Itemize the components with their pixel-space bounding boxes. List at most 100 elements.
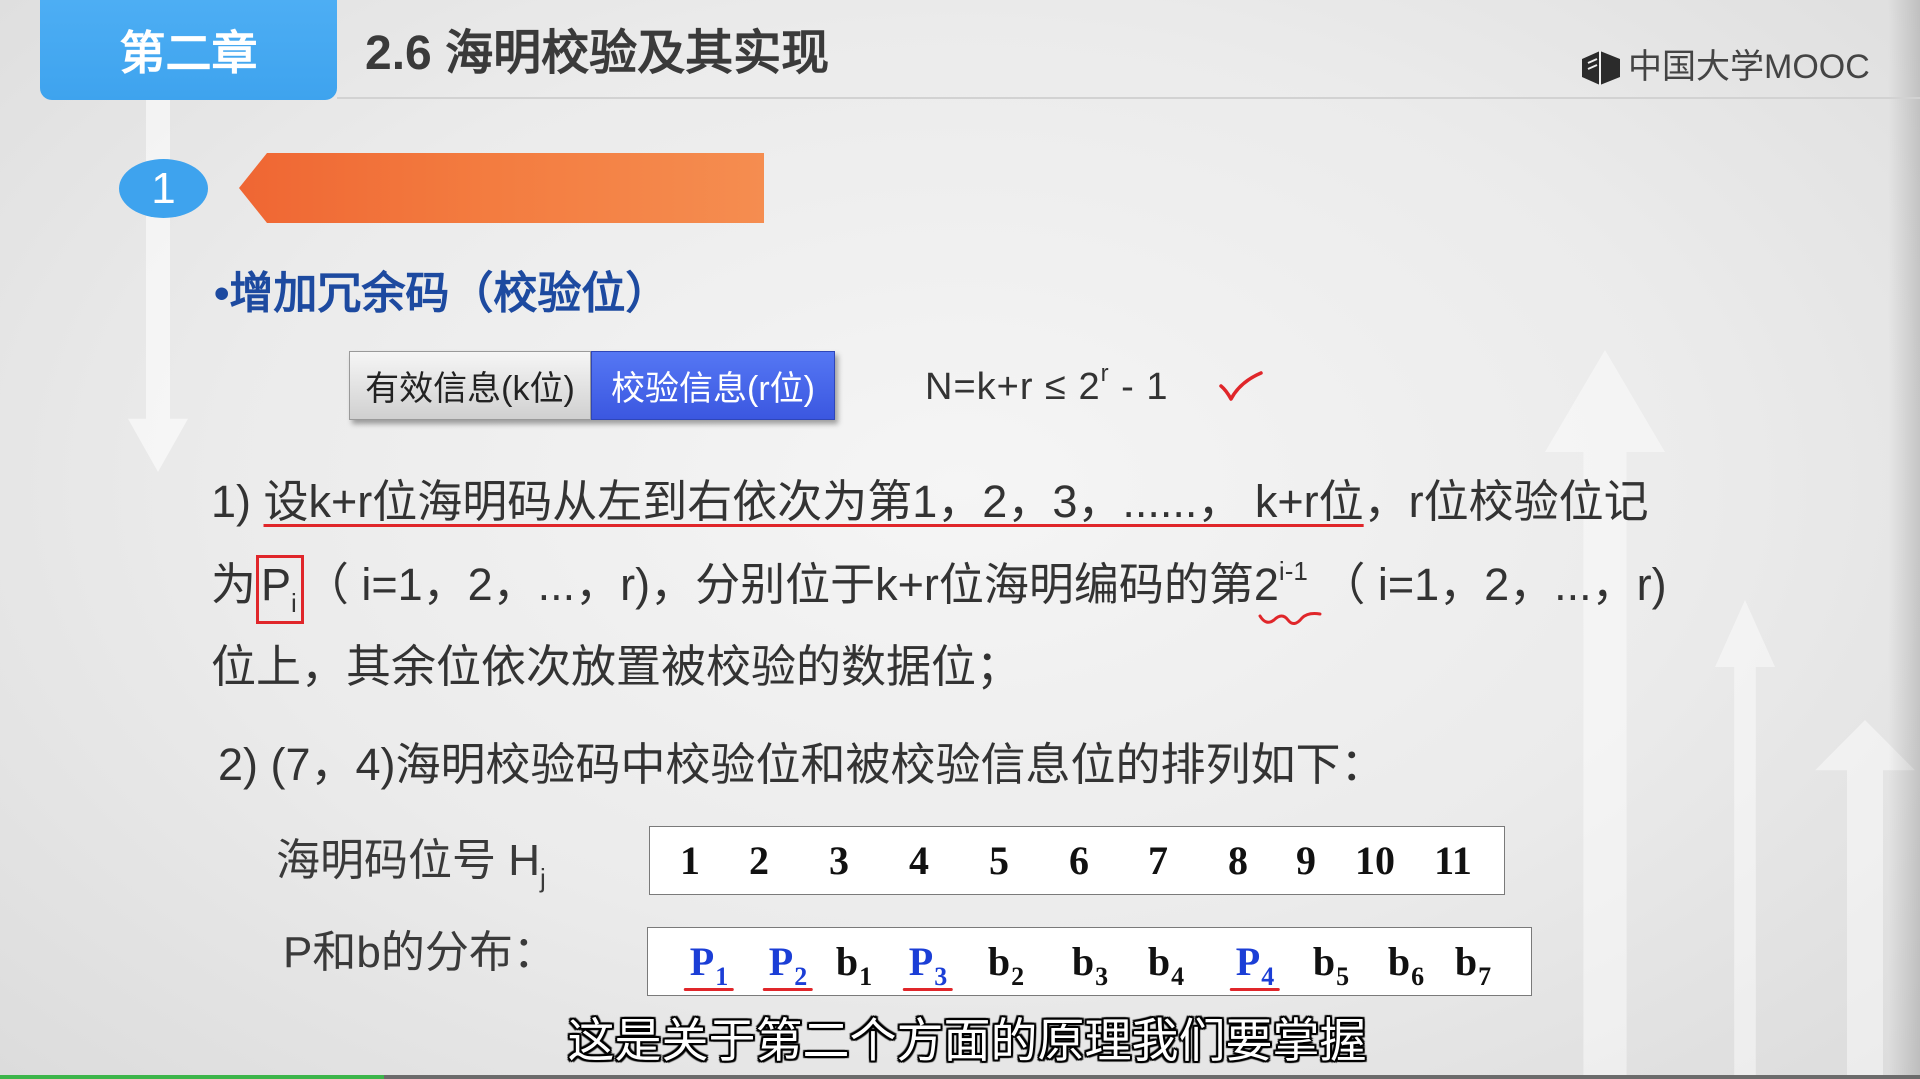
background-up-arrow-decoration xyxy=(1715,600,1775,1079)
check-bit-cell: P2 xyxy=(762,928,814,995)
position-row-label-text: 海明码位号 H xyxy=(276,836,540,885)
underlined-text: 设k+r位海明码从左到右依次为第1，2，3，......， k+r位 xyxy=(263,476,1364,527)
right-edge-shade xyxy=(1888,0,1920,1079)
info-bits-block: 有效信息(k位) xyxy=(349,351,591,420)
line2-middle: （ i=1，2，...，r)，分别位于k+r位海明编码的第 xyxy=(303,559,1254,610)
bit-subscript: 3 xyxy=(1095,962,1109,991)
data-bit-cell: b1 xyxy=(836,928,872,995)
position-cell: 6 xyxy=(1069,838,1089,883)
check-bits-block: 校验信息(r位) xyxy=(591,351,835,420)
paragraph1-line3: 位上，其余位依次放置被校验的数据位； xyxy=(211,641,1022,692)
list-number: 1) xyxy=(211,476,264,527)
boxed-symbol: P xyxy=(261,559,292,610)
title-divider xyxy=(337,97,1920,99)
data-bit-cell: b4 xyxy=(1148,928,1184,995)
hamming-inequality-formula: N=k+r ≤ 2r - 1 xyxy=(925,360,1169,415)
video-subtitle: 这是关于第二个方面的原理我们要掌握 xyxy=(567,1014,1367,1067)
bit-symbol: b xyxy=(1312,939,1336,984)
formula-base: N=k+r ≤ 2 xyxy=(925,366,1101,408)
position-cell: 7 xyxy=(1148,838,1168,883)
position-cell: 1 xyxy=(680,838,700,883)
formula-exponent: r xyxy=(1100,360,1110,387)
bit-symbol: P xyxy=(908,939,934,984)
bit-symbol: b xyxy=(1387,939,1411,984)
paragraph1-line2: 为 Pi （ i=1，2，...，r)，分别位于k+r位海明编码的第2i-1 （ i… xyxy=(211,555,1667,625)
distribution-row-label: P和b的分布： xyxy=(283,928,557,977)
bit-subscript: 2 xyxy=(794,962,808,991)
boxed-subscript: i xyxy=(291,588,297,618)
logo-text: 中国大学MOOC xyxy=(1628,48,1870,86)
red-checkmark-icon xyxy=(1219,371,1263,401)
data-bit-cell: b3 xyxy=(1072,928,1108,995)
red-underline-annotation xyxy=(762,988,814,991)
background-up-arrow-decoration xyxy=(1545,350,1665,1079)
bit-subscript: 2 xyxy=(1011,962,1025,991)
bit-subscript: 4 xyxy=(1171,962,1185,991)
bit-subscript: 3 xyxy=(934,962,948,991)
mooc-book-icon xyxy=(1582,51,1620,85)
data-bit-cell: b2 xyxy=(988,928,1024,995)
formula-tail: - 1 xyxy=(1109,366,1169,408)
info-bits-label: 有效信息(k位) xyxy=(365,370,575,408)
bit-subscript: 1 xyxy=(715,962,729,991)
bit-symbol: b xyxy=(835,939,859,984)
bit-subscript: 4 xyxy=(1261,962,1275,991)
position-cell: 9 xyxy=(1296,838,1316,883)
topic-number-badge: 1 xyxy=(119,159,208,218)
line2-start: 为 xyxy=(211,559,257,610)
bit-symbol: P xyxy=(1235,939,1261,984)
check-bit-cell: P1 xyxy=(683,928,735,995)
position-cell: 4 xyxy=(909,838,929,883)
section-title: 2.6 海明校验及其实现 xyxy=(365,27,830,80)
red-squiggle-icon xyxy=(1258,612,1322,625)
bit-subscript: 5 xyxy=(1336,962,1350,991)
line2-end: （ i=1，2，...，r) xyxy=(1307,559,1667,610)
background-down-arrow-decoration xyxy=(128,92,188,472)
data-bit-cell: b5 xyxy=(1313,928,1349,995)
bit-symbol: b xyxy=(1071,939,1095,984)
bit-symbol: P xyxy=(689,939,715,984)
distribution-row: P1 P2 b1 P3 b2 b3 b4 P4 b5 b6 b7 xyxy=(647,927,1532,996)
position-row-label-subscript: j xyxy=(540,863,546,893)
bit-subscript: 6 xyxy=(1411,962,1425,991)
topic-number: 1 xyxy=(151,163,176,213)
bit-symbol: b xyxy=(1454,939,1478,984)
position-cell: 5 xyxy=(989,838,1009,883)
video-progress-bar[interactable] xyxy=(0,1075,1920,1079)
power-expression: 2i-1 xyxy=(1253,556,1322,625)
video-progress-fill xyxy=(0,1075,384,1079)
power-base: 2 xyxy=(1253,559,1279,610)
position-cell: 8 xyxy=(1228,838,1248,883)
bullet-heading: •增加冗余码（校验位） xyxy=(214,269,670,318)
position-row: 1 2 3 4 5 6 7 8 9 10 11 xyxy=(649,826,1505,895)
chapter-tab-label: 第二章 xyxy=(119,27,258,79)
check-bit-cell: P4 xyxy=(1229,928,1281,995)
power-exponent: i-1 xyxy=(1278,556,1308,586)
bit-subscript: 7 xyxy=(1478,962,1492,991)
lecture-video-frame: 第二章 2.6 海明校验及其实现 中国大学MOOC 1 海明校验的基本原理 •增… xyxy=(0,0,1920,1079)
red-underline-annotation xyxy=(1229,988,1281,991)
bit-symbol: b xyxy=(1147,939,1171,984)
mooc-logo: 中国大学MOOC xyxy=(1580,46,1870,88)
code-structure-diagram: 有效信息(k位) 校验信息(r位) xyxy=(349,351,835,420)
paragraph1-line1: 1) 设k+r位海明码从左到右依次为第1，2，3，......， k+r位，r位… xyxy=(211,472,1649,532)
bit-subscript: 1 xyxy=(859,962,873,991)
check-bit-cell: P3 xyxy=(902,928,954,995)
data-bit-cell: b6 xyxy=(1388,928,1424,995)
paragraph2: 2) (7，4)海明校验码中校验位和被校验信息位的排列如下： xyxy=(218,739,1386,790)
line1-suffix: ，r位校验位记 xyxy=(1363,476,1649,527)
topic-banner: 海明校验的基本原理 xyxy=(239,153,764,223)
position-row-label: 海明码位号 Hj xyxy=(276,831,546,896)
data-bit-cell: b7 xyxy=(1455,928,1491,995)
bit-symbol: b xyxy=(987,939,1011,984)
position-cell: 3 xyxy=(829,838,849,883)
red-underline-annotation xyxy=(683,988,735,991)
red-underline-annotation xyxy=(902,988,954,991)
position-cell: 2 xyxy=(749,838,769,883)
red-boxed-symbol: Pi xyxy=(256,555,304,624)
check-bits-label: 校验信息(r位) xyxy=(611,370,815,408)
chapter-tab: 第二章 xyxy=(40,0,337,100)
position-cell: 11 xyxy=(1434,838,1472,883)
bit-symbol: P xyxy=(768,939,794,984)
position-cell: 10 xyxy=(1355,838,1395,883)
